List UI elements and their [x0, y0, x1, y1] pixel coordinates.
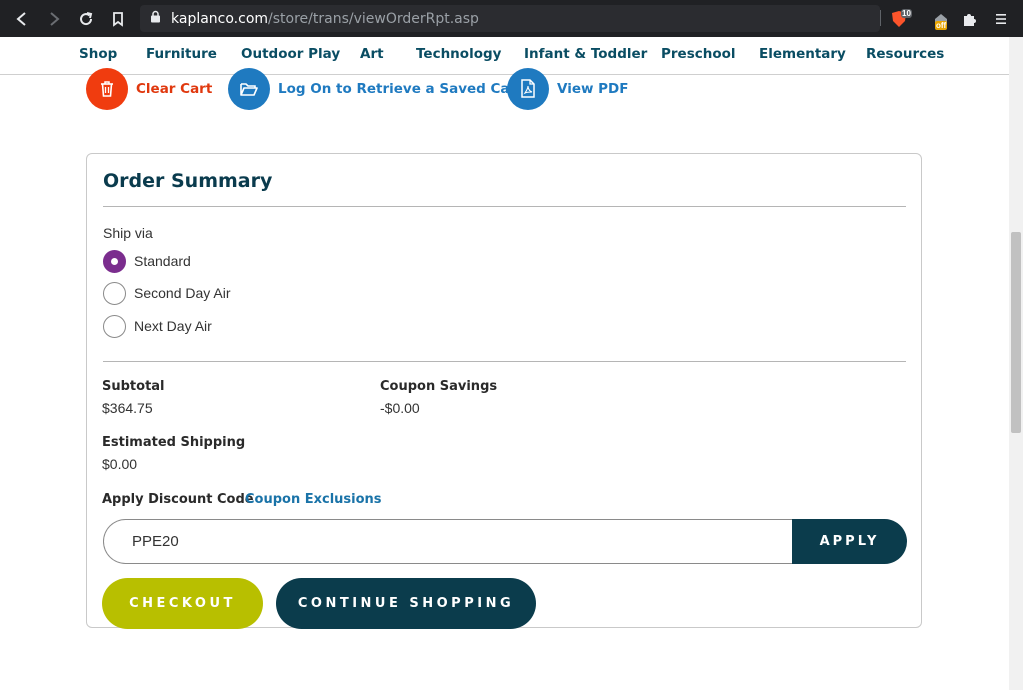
divider	[103, 206, 906, 207]
view-pdf-label: View PDF	[557, 80, 629, 97]
pdf-file-icon	[507, 67, 549, 110]
back-icon[interactable]	[11, 8, 33, 30]
home-extension-icon[interactable]: off	[930, 8, 952, 30]
address-bar[interactable]: kaplanco.com/store/trans/viewOrderRpt.as…	[140, 5, 880, 32]
reload-icon[interactable]	[75, 8, 97, 30]
coupon-savings-label: Coupon Savings	[380, 379, 498, 394]
radio-unchecked[interactable]	[103, 281, 126, 305]
trash-icon	[86, 67, 128, 110]
url-host: kaplanco.com	[171, 10, 269, 27]
ship-via-label: Ship via	[103, 225, 153, 241]
ship-option-label: Second Day Air	[134, 285, 231, 301]
order-summary-title: Order Summary	[103, 170, 273, 192]
radio-unchecked[interactable]	[103, 314, 126, 338]
url-path: /store/trans/viewOrderRpt.asp	[268, 10, 479, 27]
ship-option-next-day-air[interactable]: Next Day Air	[103, 314, 212, 338]
browser-toolbar: kaplanco.com/store/trans/viewOrderRpt.as…	[0, 0, 1023, 37]
menu-icon[interactable]	[990, 8, 1012, 30]
ship-option-label: Next Day Air	[134, 318, 212, 334]
lock-icon	[150, 10, 161, 28]
nav-art[interactable]: Art	[360, 46, 384, 62]
shield-count-badge: 10	[901, 9, 912, 18]
scrollbar-thumb[interactable]	[1011, 232, 1021, 433]
nav-shop[interactable]: Shop	[79, 46, 117, 62]
puzzle-icon[interactable]	[958, 8, 980, 30]
divider	[103, 361, 906, 362]
retrieve-cart-label: Log On to Retrieve a Saved Cart	[278, 80, 523, 97]
nav-elementary[interactable]: Elementary	[759, 46, 846, 62]
radio-checked[interactable]	[103, 249, 126, 273]
nav-outdoor-play[interactable]: Outdoor Play	[241, 46, 340, 62]
nav-furniture[interactable]: Furniture	[146, 46, 217, 62]
ship-option-label: Standard	[134, 253, 191, 269]
ship-option-second-day-air[interactable]: Second Day Air	[103, 281, 231, 305]
subtotal-value: $364.75	[102, 400, 153, 416]
apply-button[interactable]: APPLY	[792, 519, 907, 564]
ship-option-standard[interactable]: Standard	[103, 249, 191, 273]
clear-cart-label: Clear Cart	[136, 80, 213, 97]
checkout-button[interactable]: CHECKOUT	[102, 578, 263, 629]
nav-technology[interactable]: Technology	[416, 46, 501, 62]
estimated-shipping-value: $0.00	[102, 456, 138, 472]
nav-preschool[interactable]: Preschool	[661, 46, 736, 62]
folder-open-icon	[228, 67, 270, 110]
discount-code-label: Apply Discount Code	[102, 492, 254, 507]
clear-cart-button[interactable]: Clear Cart	[86, 67, 212, 110]
forward-icon[interactable]	[43, 8, 65, 30]
continue-shopping-button[interactable]: CONTINUE SHOPPING	[276, 578, 536, 629]
view-pdf-button[interactable]: View PDF	[507, 67, 629, 110]
estimated-shipping-label: Estimated Shipping	[102, 435, 246, 450]
coupon-exclusions-link[interactable]: Coupon Exclusions	[245, 492, 382, 507]
brave-shield-icon[interactable]: 10	[888, 8, 912, 30]
order-summary-panel: Order Summary Ship via Standard Second D…	[86, 153, 922, 629]
extension-off-badge: off	[935, 21, 948, 30]
retrieve-cart-button[interactable]: Log On to Retrieve a Saved Cart	[228, 67, 523, 110]
toolbar-separator	[880, 10, 881, 26]
subtotal-label: Subtotal	[102, 379, 165, 394]
coupon-savings-value: -$0.00	[380, 400, 420, 416]
nav-resources[interactable]: Resources	[866, 46, 944, 62]
bookmark-icon[interactable]	[107, 8, 129, 30]
nav-infant-toddler[interactable]: Infant & Toddler	[524, 46, 647, 62]
discount-code-input[interactable]	[103, 519, 803, 564]
